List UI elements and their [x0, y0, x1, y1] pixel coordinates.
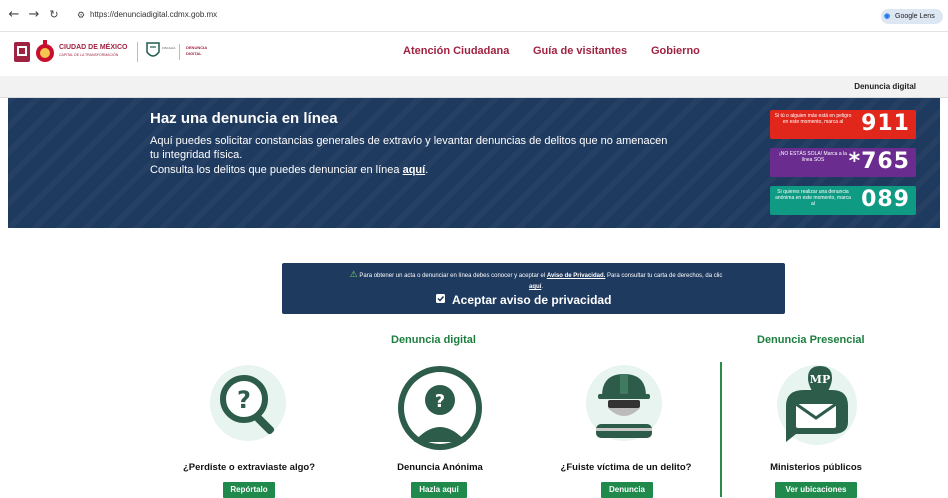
hotline-911[interactable]: Si tú o alguien más está en peligro en e…: [770, 110, 916, 139]
hotline-911-text: Si tú o alguien más está en peligro en e…: [774, 113, 852, 125]
fgj-logo-title: DENUNCIA: [186, 45, 208, 50]
banner-consult: Consulta los delitos que puedes denuncia…: [150, 164, 428, 176]
mp-badge: MP: [810, 373, 830, 386]
cdmx-shield-icon: [14, 42, 30, 62]
make-it-here-button[interactable]: Hazla aquí: [411, 482, 467, 498]
breadcrumb-current[interactable]: Denuncia digital: [854, 82, 916, 91]
privacy-text-mid: Para consultar tu carta de derechos, da …: [605, 273, 723, 279]
browser-toolbar: ← → ↻ ⚙ https://denunciadigital.cdmx.gob…: [0, 0, 948, 32]
reload-icon[interactable]: ↻: [47, 8, 61, 22]
breadcrumb-bar: Denuncia digital: [0, 76, 948, 98]
search-question-icon[interactable]: ?: [208, 362, 288, 444]
view-locations-button[interactable]: Ver ubicaciones: [775, 482, 857, 498]
hotline-765-text: ¡NO ESTÁS SOLA! Marca a la línea SOS: [779, 151, 847, 163]
banner-consult-text: Consulta los delitos que puedes denuncia…: [150, 164, 403, 176]
url-text[interactable]: https://denunciadigital.cdmx.gob.mx: [90, 10, 217, 19]
banner-consult-link[interactable]: aquí: [403, 164, 426, 176]
section-divider: [720, 362, 722, 497]
nav-guia-visitantes[interactable]: Guía de visitantes: [533, 45, 627, 57]
hotline-765-number: *765: [848, 149, 910, 174]
report-button[interactable]: Repórtalo: [223, 482, 275, 498]
warning-icon: ⚠: [349, 269, 358, 279]
mp-location-icon[interactable]: MP: [774, 362, 860, 448]
section-title-digital: Denuncia digital: [391, 334, 476, 346]
worker-helmet-icon[interactable]: [584, 362, 664, 444]
svg-text:?: ?: [435, 391, 445, 412]
fgj-logo-sub: DIGITAL: [186, 51, 202, 56]
privacy-text-suffix: .: [541, 284, 543, 290]
back-icon[interactable]: ←: [7, 8, 21, 22]
anonymous-person-icon[interactable]: ?: [396, 362, 484, 454]
privacy-text: ⚠ Para obtener un acta o denunciar en lí…: [296, 269, 776, 293]
hotline-089[interactable]: Si quieres realizar una denuncia anónima…: [770, 186, 916, 215]
banner-consult-suffix: .: [425, 164, 429, 176]
banner-title: Haz una denuncia en línea: [150, 110, 338, 127]
forward-icon[interactable]: →: [27, 8, 41, 22]
logo-divider: [137, 42, 138, 62]
card-lost-label: ¿Perdiste o extraviaste algo?: [183, 462, 315, 473]
rights-letter-link[interactable]: aquí: [529, 284, 541, 290]
lens-icon: ◉: [884, 13, 891, 20]
fgj-small-text: FISCALÍA: [162, 46, 176, 50]
hotline-089-number: 089: [861, 187, 910, 212]
nav-gobierno[interactable]: Gobierno: [651, 45, 700, 57]
card-victim-label: ¿Fuiste víctima de un delito?: [560, 462, 692, 473]
fgj-shield-icon: [146, 42, 160, 57]
privacy-notice: ⚠ Para obtener un acta o denunciar en lí…: [282, 263, 785, 314]
privacy-accept-label[interactable]: Aceptar aviso de privacidad: [452, 293, 611, 307]
hotline-911-number: 911: [861, 111, 910, 136]
privacy-notice-link[interactable]: Aviso de Privacidad.: [547, 273, 605, 279]
hotline-089-text: Si quieres realizar una denuncia anónima…: [775, 189, 851, 207]
privacy-text-prefix: Para obtener un acta o denunciar en líne…: [359, 273, 547, 279]
hotline-765[interactable]: ¡NO ESTÁS SOLA! Marca a la línea SOS *76…: [770, 148, 916, 177]
nav-atencion-ciudadana[interactable]: Atención Ciudadana: [403, 45, 509, 57]
card-anonymous-label: Denuncia Anónima: [397, 462, 483, 473]
svg-text:?: ?: [237, 386, 251, 414]
section-title-presencial: Denuncia Presencial: [757, 334, 865, 346]
banner-description: Aquí puedes solicitar constancias genera…: [150, 135, 668, 161]
cdmx-logo-sub: CAPITAL DE LA TRANSFORMACIÓN: [59, 53, 119, 57]
logo-divider-2: [179, 44, 180, 60]
hero-banner: Haz una denuncia en línea Aquí puedes so…: [8, 98, 940, 228]
denounce-button[interactable]: Denuncia: [601, 482, 653, 498]
google-lens-button[interactable]: ◉ Google Lens: [881, 9, 943, 24]
cdmx-emblem-icon: [36, 40, 54, 62]
privacy-checkbox[interactable]: [436, 294, 445, 303]
cdmx-logo-title: CIUDAD DE MÉXICO: [59, 44, 128, 51]
card-ministerios-label: Ministerios públicos: [770, 462, 862, 473]
site-info-icon[interactable]: ⚙: [74, 9, 88, 23]
lens-label: Google Lens: [895, 13, 935, 20]
